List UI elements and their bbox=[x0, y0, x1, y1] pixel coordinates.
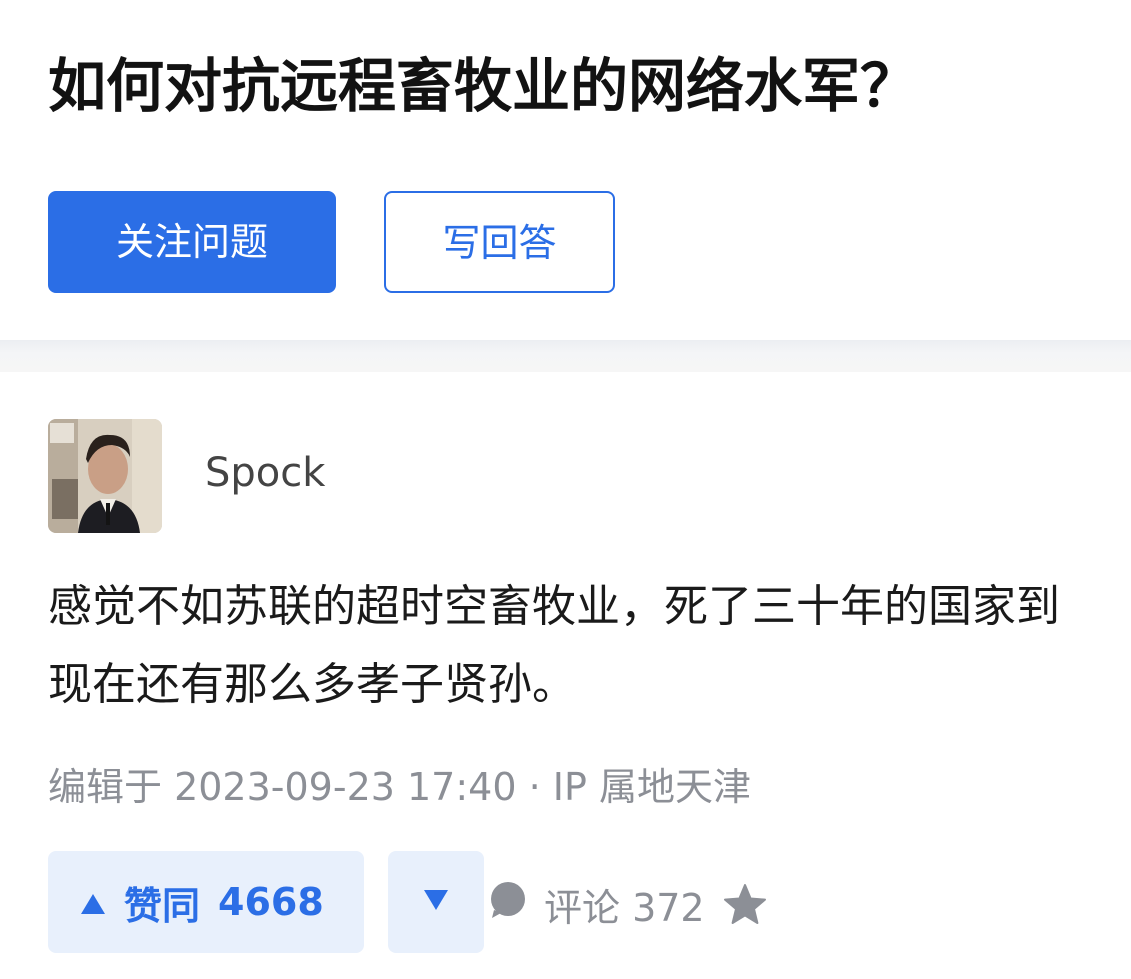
upvote-count: 4668 bbox=[218, 880, 324, 924]
question-card: 如何对抗远程畜牧业的网络水军？ 关注问题 写回答 bbox=[0, 0, 1131, 340]
answer-text[interactable]: 感觉不如苏联的超时空畜牧业，死了三十年的国家到现在还有那么多孝子贤孙。 bbox=[48, 568, 1098, 724]
triangle-up-icon bbox=[80, 880, 106, 924]
section-divider bbox=[0, 340, 1131, 372]
write-answer-button[interactable]: 写回答 bbox=[384, 191, 615, 293]
upvote-button[interactable]: 赞同 4668 bbox=[48, 851, 364, 953]
triangle-down-icon bbox=[423, 889, 449, 915]
follow-question-button[interactable]: 关注问题 bbox=[48, 191, 336, 293]
downvote-button[interactable] bbox=[388, 851, 484, 953]
question-title[interactable]: 如何对抗远程畜牧业的网络水军？ bbox=[48, 50, 1088, 122]
answer-meta: 编辑于 2023-09-23 17:40 · IP 属地天津 bbox=[48, 765, 751, 809]
comment-button[interactable]: 评论 372 bbox=[488, 876, 705, 932]
avatar[interactable] bbox=[48, 419, 162, 533]
author-name[interactable]: Spock bbox=[205, 448, 325, 498]
star-icon[interactable] bbox=[722, 882, 768, 928]
comment-label: 评论 372 bbox=[544, 885, 705, 930]
comment-bubble-icon bbox=[488, 880, 528, 929]
upvote-label: 赞同 bbox=[124, 883, 201, 928]
avatar-image bbox=[48, 419, 162, 533]
